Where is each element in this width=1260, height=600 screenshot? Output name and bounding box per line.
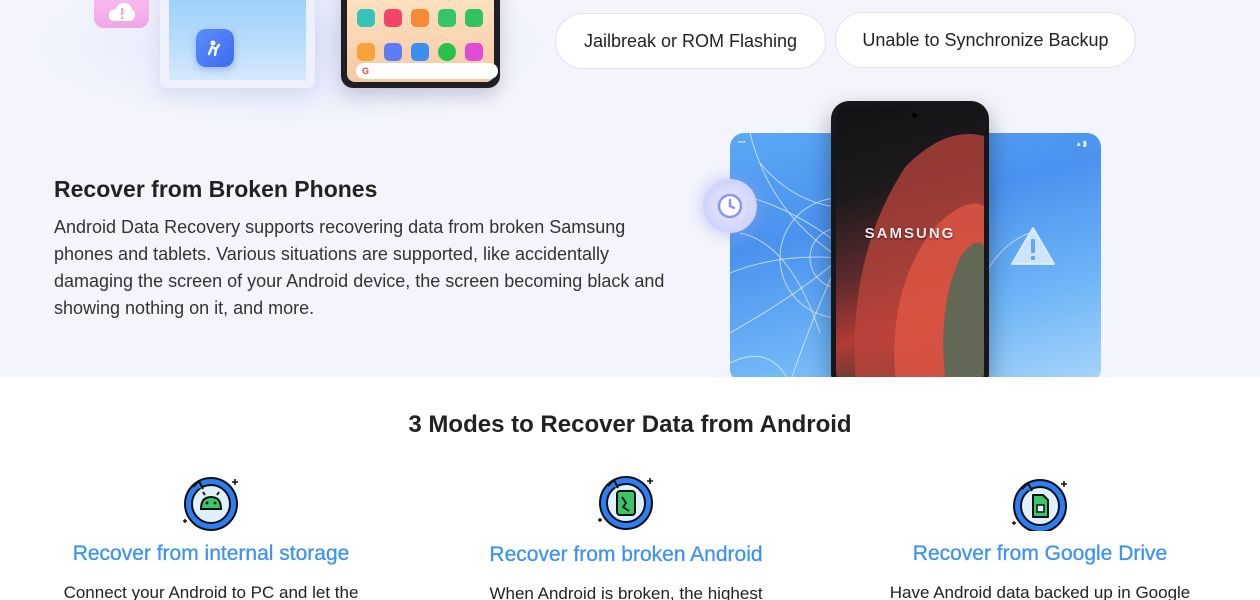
app-icon-grid xyxy=(357,9,510,61)
tablet-status-left: ▪▪▪ xyxy=(738,139,746,146)
phone-illustration-left xyxy=(160,0,315,88)
mode-text-google-drive: Have Android data backed up in Google xyxy=(889,583,1191,600)
mode-title-internal-storage[interactable]: Recover from internal storage xyxy=(11,542,411,566)
cloud-warning-tile xyxy=(94,0,149,28)
android-refresh-icon xyxy=(181,475,241,531)
files-app-icon xyxy=(411,43,429,61)
calendar-app-icon xyxy=(465,43,483,61)
mode-card-internal-storage: Recover from internal storage Connect yo… xyxy=(11,475,411,600)
apps-app-icon xyxy=(384,43,402,61)
whatsapp-app-icon xyxy=(438,43,456,61)
broken-phones-title: Recover from Broken Phones xyxy=(54,176,378,202)
music-app-icon xyxy=(384,9,402,27)
mode-text-broken-android: When Android is broken, the highest xyxy=(489,584,763,600)
modes-section-title: 3 Modes to Recover Data from Android xyxy=(408,411,852,438)
mode-title-google-drive[interactable]: Recover from Google Drive xyxy=(840,542,1240,566)
samsung-phone-illustration: SAMSUNG xyxy=(831,101,989,377)
tablet-status-right: ▴▮ xyxy=(1076,139,1089,148)
phone-brand-label: SAMSUNG xyxy=(864,225,956,242)
app-badge-icon xyxy=(196,29,234,67)
phone-app-icon xyxy=(465,9,483,27)
unable-to-sync-backup-button[interactable]: Unable to Synchronize Backup xyxy=(835,12,1136,68)
broken-phones-section: G Jailbreak or ROM Flashing Unable to Sy… xyxy=(0,0,1260,377)
jailbreak-rom-flashing-button[interactable]: Jailbreak or ROM Flashing xyxy=(555,13,826,69)
mode-card-broken-android: Recover from broken Android When Android… xyxy=(426,475,826,600)
spacer-icon xyxy=(492,9,510,27)
restore-clock-icon xyxy=(703,179,757,233)
sd-card-refresh-icon xyxy=(1010,475,1070,533)
mode-card-google-drive: Recover from Google Drive Have Android d… xyxy=(840,475,1240,600)
warning-triangle-icon xyxy=(1011,227,1055,265)
broken-phones-description: Android Data Recovery supports recoverin… xyxy=(54,217,665,318)
contacts-app-icon xyxy=(357,43,375,61)
video-app-icon xyxy=(411,9,429,27)
front-camera xyxy=(912,113,917,118)
cloud-warning-icon xyxy=(108,3,135,21)
broken-phone-refresh-icon xyxy=(596,475,656,531)
google-search-bar: G xyxy=(356,63,498,79)
messages-app-icon xyxy=(438,9,456,27)
mode-title-broken-android[interactable]: Recover from broken Android xyxy=(426,543,826,567)
gallery-app-icon xyxy=(357,9,375,27)
mode-text-internal-storage: Connect your Android to PC and let the xyxy=(63,583,359,600)
